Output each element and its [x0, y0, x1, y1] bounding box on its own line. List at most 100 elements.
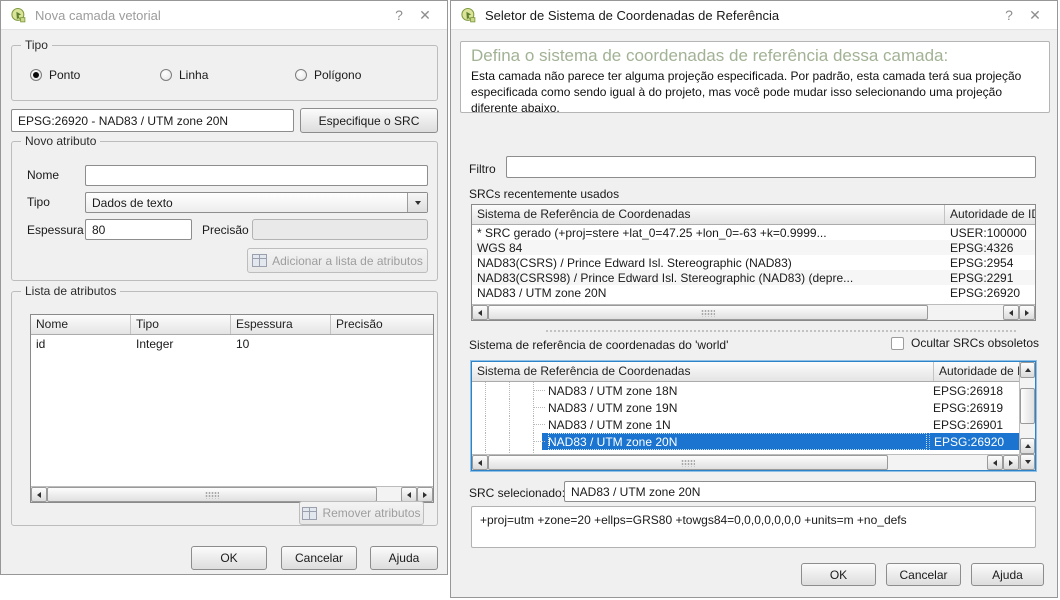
radio-point-label: Ponto	[49, 68, 80, 82]
crs-info-heading: Defina o sistema de coordenadas de refer…	[471, 46, 1039, 66]
world-cell-crs: NAD83 / UTM zone 19N	[548, 399, 927, 416]
qgis-logo-icon	[460, 7, 477, 24]
left-ok-button[interactable]: OK	[191, 546, 267, 570]
recent-table-hscrollbar[interactable]	[472, 304, 1035, 320]
vscroll-thumb[interactable]	[1020, 388, 1035, 424]
world-row-selected[interactable]: NAD83 / UTM zone 20N EPSG:26920	[472, 433, 1019, 450]
world-crs-table[interactable]: Sistema de Referência de Coordenadas Aut…	[471, 361, 1036, 471]
left-dialog-title: Nova camada vetorial	[35, 8, 386, 23]
col-header-width[interactable]: Espessura	[231, 315, 331, 334]
attribute-table[interactable]: Nome Tipo Espessura Precisão id Integer …	[30, 314, 434, 503]
pane-splitter-handle[interactable]	[546, 330, 1016, 332]
remove-attribute-icon	[302, 507, 317, 520]
attr-precision-input	[252, 219, 428, 240]
recent-crs-table[interactable]: Sistema de Referência de Coordenadas Aut…	[471, 204, 1036, 321]
recent-cell-id: EPSG:2291	[945, 271, 1035, 285]
world-row[interactable]: NAD83 / UTM zone 19N EPSG:26919	[472, 399, 1019, 416]
world-table-vscrollbar[interactable]	[1019, 362, 1035, 470]
recent-row[interactable]: * SRC gerado (+proj=stere +lat_0=47.25 +…	[472, 225, 1035, 240]
col-header-precision[interactable]: Precisão	[331, 315, 433, 334]
selected-crs-label: SRC selecionado:	[469, 486, 565, 500]
vscroll-track[interactable]	[1020, 424, 1035, 438]
attribute-table-header[interactable]: Nome Tipo Espessura Precisão	[31, 315, 433, 335]
hscroll-track[interactable]	[377, 487, 401, 502]
specify-crs-button[interactable]: Especifique o SRC	[300, 108, 438, 133]
left-help-button[interactable]: ?	[386, 1, 412, 30]
scroll-left-button2[interactable]	[401, 487, 417, 502]
right-dialog-title: Seletor de Sistema de Coordenadas de Ref…	[485, 8, 996, 23]
world-col-crs[interactable]: Sistema de Referência de Coordenadas	[472, 362, 934, 381]
combo-dropdown-button[interactable]	[407, 193, 427, 212]
scroll-left-button2[interactable]	[987, 455, 1003, 470]
recent-cell-crs: WGS 84	[472, 241, 945, 255]
attribute-table-body: id Integer 10	[31, 335, 433, 486]
hscroll-track[interactable]	[888, 455, 987, 470]
scroll-left-button[interactable]	[31, 487, 47, 502]
right-titlebar[interactable]: Seletor de Sistema de Coordenadas de Ref…	[451, 1, 1057, 30]
new-vector-layer-dialog: Nova camada vetorial ? ✕ Tipo Ponto Linh…	[0, 0, 448, 575]
world-row[interactable]: NAD83 / UTM zone 1N EPSG:26901	[472, 416, 1019, 433]
scroll-up-button2[interactable]	[1020, 438, 1035, 454]
table-row[interactable]: id Integer 10	[31, 335, 433, 353]
recent-col-authority[interactable]: Autoridade de ID	[945, 205, 1035, 224]
specify-crs-button-label: Especifique o SRC	[319, 114, 420, 128]
scroll-up-button[interactable]	[1020, 362, 1035, 378]
recent-row[interactable]: NAD83(CSRS98) / Prince Edward Isl. Stere…	[472, 270, 1035, 285]
hscroll-track[interactable]	[928, 305, 1003, 320]
recent-table-header[interactable]: Sistema de Referência de Coordenadas Aut…	[472, 205, 1035, 225]
attr-width-input[interactable]: 80	[85, 219, 192, 240]
right-ok-button[interactable]: OK	[801, 563, 876, 586]
attr-name-input[interactable]	[85, 165, 428, 186]
left-help-bottom-button[interactable]: Ajuda	[370, 546, 438, 570]
recent-row[interactable]: NAD83(CSRS) / Prince Edward Isl. Stereog…	[472, 255, 1035, 270]
selected-crs-field[interactable]: NAD83 / UTM zone 20N	[564, 481, 1036, 502]
col-header-name[interactable]: Nome	[31, 315, 131, 334]
scroll-left-button[interactable]	[472, 305, 488, 320]
world-cell-id: EPSG:26920	[929, 433, 1019, 450]
recent-col-crs[interactable]: Sistema de Referência de Coordenadas	[472, 205, 945, 224]
recent-row[interactable]: WGS 84 EPSG:4326	[472, 240, 1035, 255]
world-table-header[interactable]: Sistema de Referência de Coordenadas Aut…	[472, 362, 1019, 382]
new-attribute-groupbox: Novo atributo Nome Tipo Dados de texto E…	[11, 141, 438, 281]
right-help-button[interactable]: ?	[996, 1, 1022, 30]
filter-input[interactable]	[506, 156, 1036, 178]
scroll-right-button[interactable]	[1003, 455, 1019, 470]
hscroll-thumb[interactable]	[488, 305, 928, 320]
crs-info-panel: Defina o sistema de coordenadas de refer…	[460, 41, 1050, 113]
world-table-hscrollbar[interactable]	[472, 454, 1019, 470]
right-cancel-button[interactable]: Cancelar	[886, 563, 961, 586]
world-row[interactable]: NAD83 / UTM zone 18N EPSG:26918	[472, 382, 1019, 399]
left-arrow-icon	[407, 492, 411, 498]
hide-deprecated-checkbox[interactable]: Ocultar SRCs obsoletos	[891, 336, 1039, 350]
recent-table-body: * SRC gerado (+proj=stere +lat_0=47.25 +…	[472, 225, 1035, 304]
radio-line[interactable]: Linha	[160, 68, 208, 82]
scroll-down-button[interactable]	[1020, 454, 1035, 470]
right-help-bottom-button[interactable]: Ajuda	[971, 563, 1044, 586]
hscroll-thumb[interactable]	[47, 487, 377, 502]
world-row[interactable]: NAD83 / UTM zone 21N EPSG:26921	[472, 450, 1019, 454]
right-close-button[interactable]: ✕	[1022, 1, 1048, 30]
left-cancel-button[interactable]: Cancelar	[281, 546, 357, 570]
hscroll-thumb[interactable]	[488, 455, 888, 470]
recent-row[interactable]: NAD83 / UTM zone 20N EPSG:26920	[472, 285, 1035, 300]
proj4-string-box: +proj=utm +zone=20 +ellps=GRS80 +towgs84…	[471, 506, 1036, 548]
attr-type-combobox[interactable]: Dados de texto	[85, 192, 428, 213]
recent-crs-caption: SRCs recentemente usados	[469, 187, 619, 201]
col-header-type[interactable]: Tipo	[131, 315, 231, 334]
left-arrow-icon	[478, 460, 482, 466]
left-close-button[interactable]: ✕	[412, 1, 438, 30]
scroll-right-button[interactable]	[1019, 305, 1035, 320]
left-titlebar[interactable]: Nova camada vetorial ? ✕	[1, 1, 447, 30]
attribute-table-hscrollbar[interactable]	[31, 486, 433, 502]
scroll-left-button[interactable]	[472, 455, 488, 470]
radio-point[interactable]: Ponto	[30, 68, 80, 82]
world-col-authority[interactable]: Autoridade de ID	[934, 362, 1019, 381]
up-arrow-icon	[1025, 368, 1031, 372]
world-cell-crs: NAD83 / UTM zone 1N	[548, 416, 927, 433]
right-ok-label: OK	[830, 568, 847, 582]
down-arrow-icon	[1025, 460, 1031, 464]
crs-display-field[interactable]: EPSG:26920 - NAD83 / UTM zone 20N	[11, 109, 294, 132]
scroll-right-button[interactable]	[417, 487, 433, 502]
radio-polygon[interactable]: Polígono	[295, 68, 361, 82]
scroll-left-button2[interactable]	[1003, 305, 1019, 320]
